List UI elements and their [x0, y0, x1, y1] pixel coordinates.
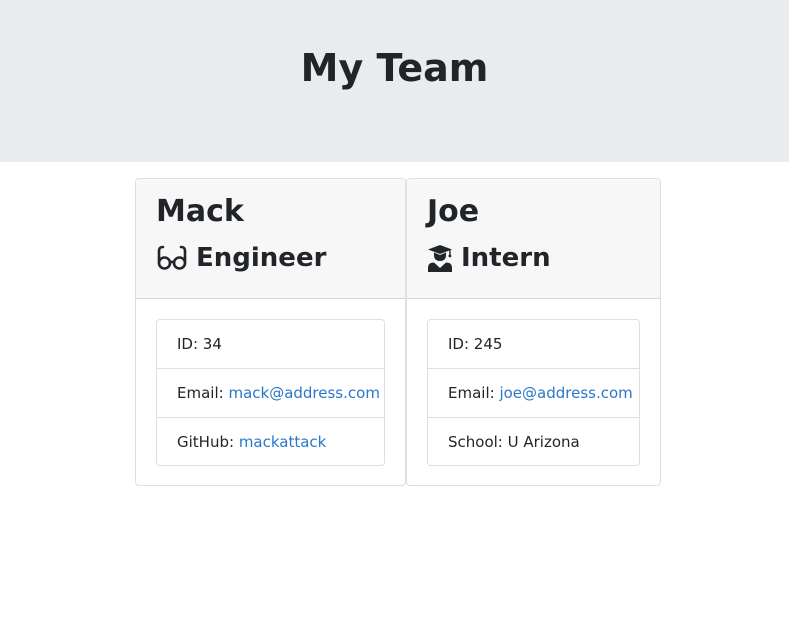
employee-info-list: ID: 245 Email: joe@address.com School: U… — [427, 319, 640, 466]
github-link[interactable]: mackattack — [239, 433, 327, 451]
employee-info-list: ID: 34 Email: mack@address.com GitHub: m… — [156, 319, 385, 466]
id-value: 34 — [202, 335, 222, 353]
school-label: School: — [448, 433, 508, 451]
page-title: My Team — [300, 46, 489, 90]
email-label: Email: — [448, 384, 500, 402]
employee-card-engineer: Mack Engineer ID: 34 Email: mack@address… — [135, 178, 406, 486]
id-label: ID: — [448, 335, 474, 353]
glasses-icon — [156, 245, 188, 271]
list-item-email: Email: mack@address.com — [157, 369, 384, 418]
list-item-school: School: U Arizona — [428, 418, 639, 465]
list-item-github: GitHub: mackattack — [157, 418, 384, 465]
list-item-id: ID: 245 — [428, 320, 639, 369]
employee-role: Intern — [427, 241, 551, 275]
team-header-banner: My Team — [0, 0, 789, 162]
id-value: 245 — [473, 335, 503, 353]
email-link[interactable]: mack@address.com — [228, 384, 379, 402]
graduate-icon — [427, 244, 453, 272]
school-value: U Arizona — [507, 433, 580, 451]
role-label: Engineer — [196, 243, 327, 273]
list-item-email: Email: joe@address.com — [428, 369, 639, 418]
employee-name: Mack — [156, 194, 244, 229]
id-label: ID: — [177, 335, 203, 353]
role-label: Intern — [461, 243, 551, 273]
card-header: Mack Engineer — [136, 179, 405, 299]
github-label: GitHub: — [177, 433, 239, 451]
employee-name: Joe — [427, 194, 480, 229]
list-item-id: ID: 34 — [157, 320, 384, 369]
employee-card-intern: Joe Intern ID: 245 Email: joe@address.co… — [406, 178, 661, 486]
employee-role: Engineer — [156, 241, 326, 275]
email-link[interactable]: joe@address.com — [499, 384, 632, 402]
email-label: Email: — [177, 384, 229, 402]
card-header: Joe Intern — [407, 179, 660, 299]
